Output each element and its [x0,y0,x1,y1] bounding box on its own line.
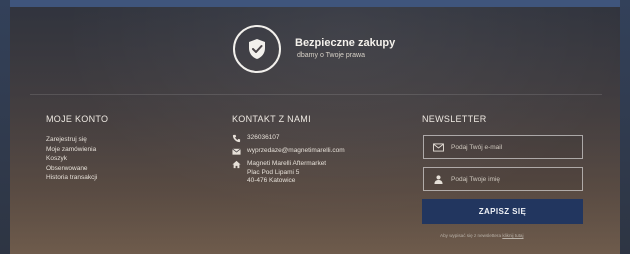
account-links: Zarejestruj się Moje zamówienia Koszyk O… [46,135,97,183]
contact-block: 326036107 wyprzedaze@magnetimarelli.com … [232,134,345,190]
divider [30,94,602,95]
shield-check-icon [233,25,281,73]
left-edge [0,0,10,254]
link-register[interactable]: Zarejestruj się [46,135,97,145]
address-line: Plac Pod Lipami 5 [247,168,300,176]
link-cart[interactable]: Koszyk [46,154,97,164]
unsubscribe-text: Aby wypisać się z newslettera [440,233,502,238]
name-input[interactable] [451,175,571,183]
link-orders[interactable]: Moje zamówienia [46,145,97,155]
unsubscribe-link[interactable]: kliknij tutaj [502,233,523,238]
phone-icon [232,134,241,143]
contact-email[interactable]: wyprzedaze@magnetimarelli.com [247,147,345,154]
right-edge [620,0,630,254]
secure-subtitle: dbamy o Twoje prawa [297,52,365,60]
link-history[interactable]: Historia transakcji [46,173,97,183]
account-heading: MOJE KONTO [46,114,109,124]
secure-shopping-badge: Bezpieczne zakupy dbamy o Twoje prawa [233,25,395,73]
contact-address: Magneti Marelli Aftermarket Plac Pod Lip… [247,160,326,186]
secure-title: Bezpieczne zakupy [295,37,396,50]
contact-phone[interactable]: 326036107 [247,134,280,141]
newsletter-name-field[interactable] [423,167,583,191]
email-input[interactable] [451,143,571,151]
contact-heading: KONTAKT Z NAMI [232,114,311,124]
address-line: 40-476 Katowice [247,177,296,185]
unsubscribe-note: Aby wypisać się z newslettera kliknij tu… [440,233,524,238]
top-bar [0,0,630,7]
envelope-icon [232,148,241,155]
link-watched[interactable]: Obserwowane [46,164,97,174]
subscribe-button[interactable]: ZAPISZ SIĘ [422,199,583,224]
address-line: Magneti Marelli Aftermarket [247,160,327,167]
home-icon [232,160,241,169]
user-icon [434,174,443,184]
envelope-icon [433,142,444,152]
newsletter-email-field[interactable] [423,135,583,159]
newsletter-heading: NEWSLETTER [422,114,487,124]
